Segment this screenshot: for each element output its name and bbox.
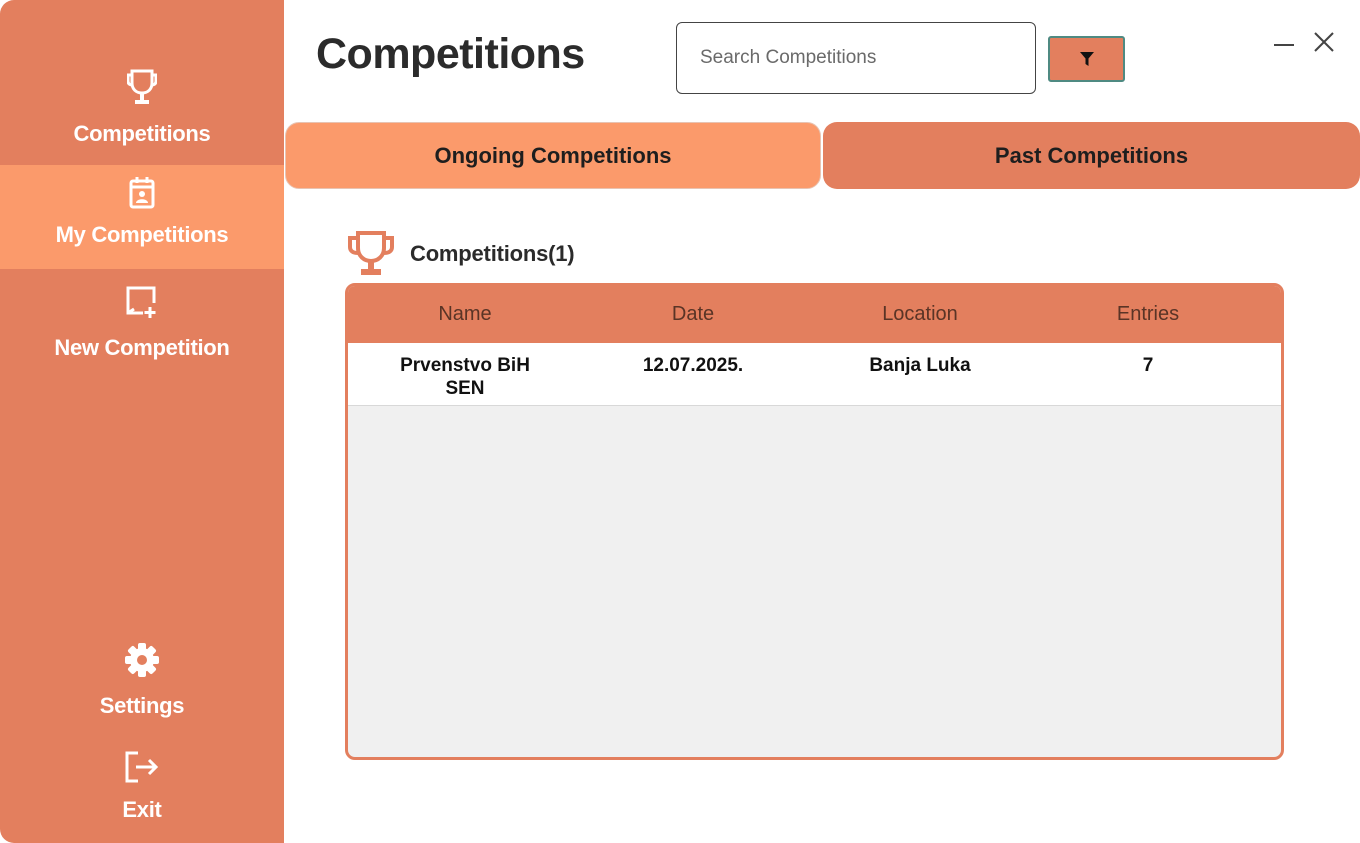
sidebar-item-settings[interactable]: Settings <box>0 642 284 719</box>
sidebar-item-competitions[interactable]: Competitions <box>0 68 284 147</box>
column-header-name[interactable]: Name <box>350 303 580 326</box>
section-header: Competitions(1) <box>346 230 575 278</box>
add-board-icon <box>126 286 156 318</box>
sidebar-item-my-competitions[interactable]: My Competitions <box>0 165 284 269</box>
table-row[interactable]: Prvenstvo BiH SEN 12.07.2025. Banja Luka… <box>348 343 1281 406</box>
cell-date: 12.07.2025. <box>642 355 744 376</box>
minimize-icon[interactable] <box>1272 32 1296 56</box>
tab-past-competitions[interactable]: Past Competitions <box>823 122 1360 189</box>
sidebar-item-label: New Competition <box>54 335 230 360</box>
filter-icon <box>1079 51 1094 66</box>
filter-button[interactable] <box>1048 36 1125 82</box>
sidebar: Competitions My Competitions New Competi… <box>0 0 284 843</box>
sidebar-item-label: My Competitions <box>55 222 229 247</box>
table-header: Name Date Location Entries <box>348 286 1281 343</box>
cell-location: Banja Luka <box>869 355 971 376</box>
trophy-icon <box>348 231 394 275</box>
app-window: Competitions My Competitions New Competi… <box>0 0 1360 843</box>
competitions-table: Name Date Location Entries Prvenstvo BiH… <box>345 283 1284 760</box>
sidebar-item-label: Competitions <box>73 121 211 146</box>
tab-label: Ongoing Competitions <box>434 142 672 168</box>
search-input[interactable] <box>676 22 1036 94</box>
sidebar-item-label: Settings <box>99 693 185 718</box>
page-title: Competitions <box>316 30 585 78</box>
sidebar-item-exit[interactable]: Exit <box>0 750 284 823</box>
column-header-entries[interactable]: Entries <box>1033 303 1263 326</box>
cell-entries: 7 <box>1142 355 1154 376</box>
column-header-location[interactable]: Location <box>805 303 1035 326</box>
sidebar-item-label: Exit <box>122 797 162 822</box>
tab-ongoing-competitions[interactable]: Ongoing Competitions <box>285 122 821 189</box>
column-header-date[interactable]: Date <box>578 303 808 326</box>
calendar-user-icon <box>129 177 155 209</box>
exit-icon <box>125 751 159 783</box>
cell-name: Prvenstvo BiH SEN <box>400 355 530 399</box>
tab-label: Past Competitions <box>994 142 1189 168</box>
gear-icon <box>125 643 159 677</box>
section-title: Competitions(1) <box>410 241 575 266</box>
close-icon[interactable] <box>1312 30 1336 54</box>
sidebar-item-new-competition[interactable]: New Competition <box>0 285 284 361</box>
trophy-icon <box>127 69 157 104</box>
